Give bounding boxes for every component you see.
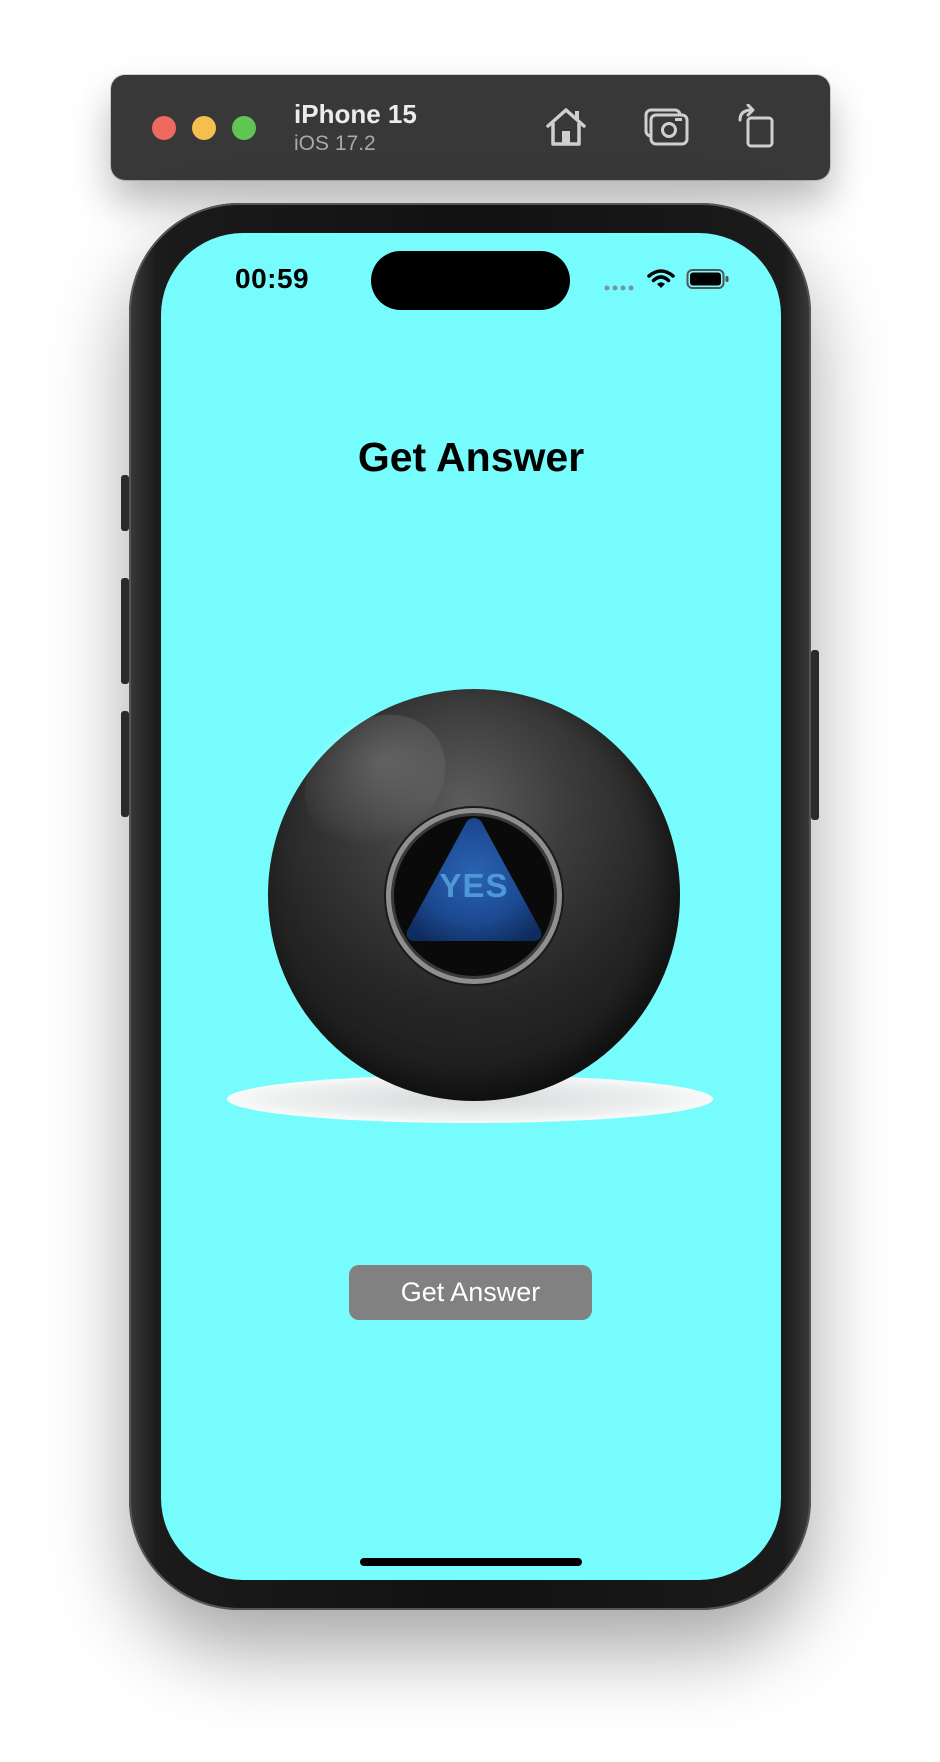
home-icon[interactable] [542,104,590,148]
status-time: 00:59 [235,263,310,294]
page-title: Get Answer [357,434,585,480]
cellular-icon [604,279,636,291]
wifi-icon [647,268,675,290]
close-window-button[interactable] [152,116,176,140]
minimize-window-button[interactable] [192,116,216,140]
device-name: iPhone 15 [294,99,417,129]
zoom-window-button[interactable] [232,116,256,140]
screenshot-icon[interactable] [642,104,690,148]
simulator-toolbar [111,75,830,180]
dynamic-island [371,251,570,310]
volume-up-button [121,578,129,684]
volume-down-button [121,711,129,817]
rotate-icon[interactable] [732,103,780,148]
get-answer-button[interactable]: Get Answer [349,1265,592,1320]
home-indicator[interactable] [360,1558,582,1566]
action-button [121,475,129,531]
device-os-version: iOS 17.2 [294,132,376,155]
power-button [811,650,819,820]
battery-icon [686,268,730,290]
answer-text: YES [439,867,509,904]
